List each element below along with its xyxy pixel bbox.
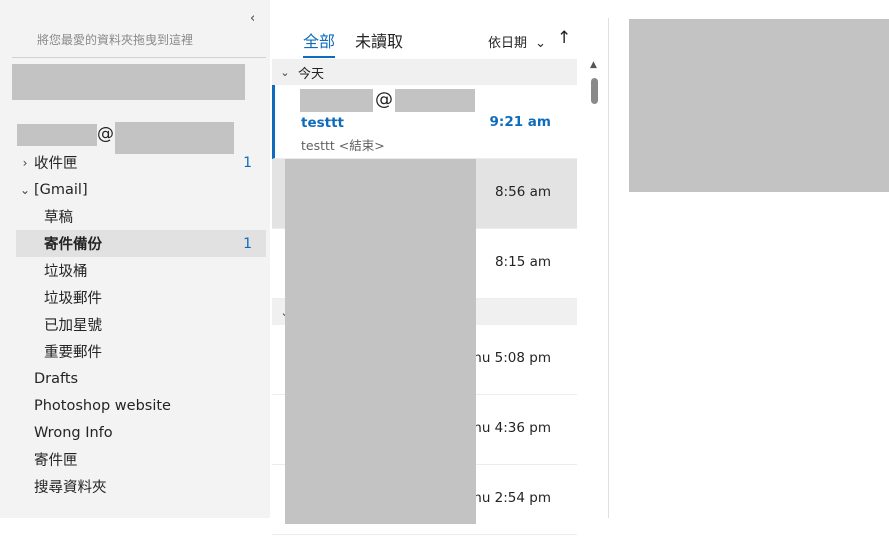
folder-trash[interactable]: 垃圾桶 xyxy=(16,257,266,284)
message-list-scrollbar[interactable]: ▲ xyxy=(590,60,600,518)
folder-label: 收件匣 xyxy=(34,156,78,172)
folder-starred[interactable]: 已加星號 xyxy=(16,311,266,338)
folder-outbox[interactable]: 寄件匣 xyxy=(16,446,266,473)
message-time: 8:56 am xyxy=(494,184,551,200)
favorites-drop-hint: 將您最愛的資料夾拖曳到這裡 xyxy=(37,33,194,47)
message-time: Thu 2:54 pm xyxy=(465,490,551,506)
collapse-pane-icon[interactable]: ‹ xyxy=(250,11,264,31)
folder-label: 已加星號 xyxy=(44,318,102,334)
favorites-divider xyxy=(12,57,266,58)
redacted-account-name xyxy=(17,124,97,146)
sort-label: 依日期 xyxy=(488,36,528,51)
message-time: 9:21 am xyxy=(489,114,551,130)
sort-direction-icon[interactable]: ↑ xyxy=(557,28,571,48)
chevron-down-icon: ⌄ xyxy=(280,65,290,79)
message-time: Thu 5:08 pm xyxy=(465,350,551,366)
scroll-up-icon[interactable]: ▲ xyxy=(590,60,597,70)
folder-label: 垃圾桶 xyxy=(44,264,88,280)
tab-unread[interactable]: 未讀取 xyxy=(355,28,403,52)
account-at-sign: @ xyxy=(97,124,114,144)
unread-count: 1 xyxy=(243,235,252,252)
folder-search-folders[interactable]: 搜尋資料夾 xyxy=(16,473,266,500)
reading-pane xyxy=(609,0,889,518)
folder-label: 草稿 xyxy=(44,210,73,226)
folder-drafts[interactable]: Drafts xyxy=(16,365,266,392)
redacted-favorites xyxy=(12,64,245,100)
folder-pane: ‹ 將您最愛的資料夾拖曳到這裡 @ › 收件匣 1 ⌄ [Gmail] 草稿 寄… xyxy=(0,0,270,518)
chevron-down-icon[interactable]: ⌄ xyxy=(16,183,34,197)
folder-label: Wrong Info xyxy=(34,424,113,441)
sender-at-sign: @ xyxy=(375,89,393,110)
folder-label: 重要郵件 xyxy=(44,345,102,361)
message-preview: testtt <結束> xyxy=(301,138,385,153)
unread-count: 1 xyxy=(243,154,252,171)
folder-sent-items[interactable]: 寄件備份 1 xyxy=(16,230,266,257)
chevron-down-icon: ⌄ xyxy=(535,36,547,51)
folder-label: 垃圾郵件 xyxy=(44,291,102,307)
redacted-sender-domain xyxy=(395,89,475,112)
redacted-message-senders xyxy=(285,159,476,524)
folder-wrong-info[interactable]: Wrong Info xyxy=(16,419,266,446)
folder-label: 寄件備份 xyxy=(44,237,102,253)
folder-inbox[interactable]: › 收件匣 1 xyxy=(16,149,266,176)
folder-spam[interactable]: 垃圾郵件 xyxy=(16,284,266,311)
folder-drafts-zh[interactable]: 草稿 xyxy=(16,203,266,230)
scroll-thumb[interactable] xyxy=(591,78,598,104)
redacted-sender xyxy=(300,89,373,112)
folder-gmail[interactable]: ⌄ [Gmail] xyxy=(16,176,266,203)
message-item[interactable]: @ testtt testtt <結束> 9:21 am xyxy=(272,85,577,159)
message-time: 8:15 am xyxy=(494,254,551,270)
message-subject: testtt xyxy=(301,115,345,131)
folder-photoshop-website[interactable]: Photoshop website xyxy=(16,392,266,419)
tab-all[interactable]: 全部 xyxy=(303,28,335,52)
folder-label: Drafts xyxy=(34,370,79,387)
sort-by-date-button[interactable]: 依日期 ⌄ xyxy=(488,32,546,51)
group-label: 今天 xyxy=(298,66,325,82)
folder-important[interactable]: 重要郵件 xyxy=(16,338,266,365)
active-tab-indicator xyxy=(303,56,335,58)
chevron-right-icon[interactable]: › xyxy=(16,156,34,170)
folder-label: [Gmail] xyxy=(34,181,88,198)
message-time: Thu 4:36 pm xyxy=(465,420,551,436)
redacted-message-header xyxy=(629,19,889,192)
folder-label: Photoshop website xyxy=(34,397,171,414)
message-list: 全部 未讀取 依日期 ⌄ ↑ ⌄ 今天 @ testtt testtt <結束>… xyxy=(272,0,587,535)
folder-label: 搜尋資料夾 xyxy=(34,480,107,496)
group-header-today[interactable]: ⌄ 今天 xyxy=(272,59,577,85)
folder-label: 寄件匣 xyxy=(34,453,78,469)
